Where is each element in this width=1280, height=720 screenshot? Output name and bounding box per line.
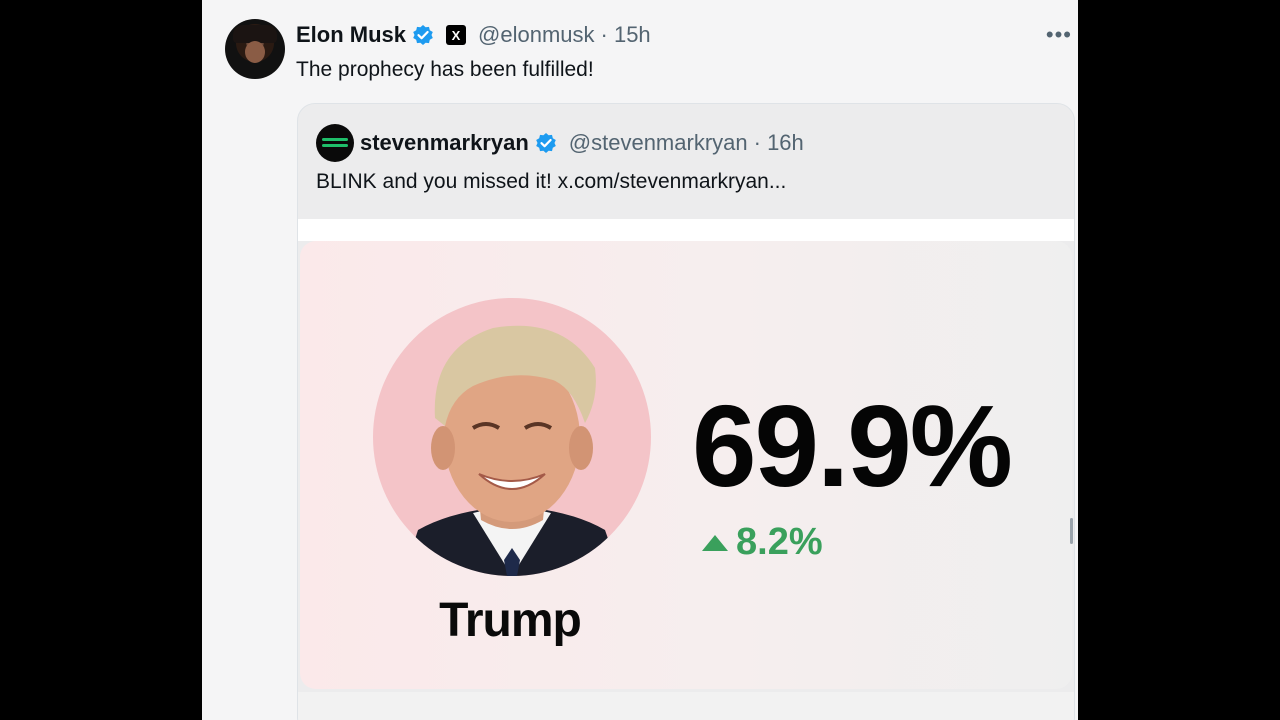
verified-badge-icon: [412, 24, 434, 46]
author-name[interactable]: Elon Musk: [296, 22, 406, 48]
quoted-post-time[interactable]: · 16h: [754, 130, 804, 156]
odds-change-value: 8.2%: [736, 521, 823, 563]
scrollbar-thumb[interactable]: [1070, 518, 1073, 544]
quoted-footer: [298, 692, 1074, 720]
quoted-author-name[interactable]: stevenmarkryan: [360, 130, 529, 156]
odds-change: 8.2%: [702, 521, 823, 564]
author-avatar[interactable]: [225, 19, 285, 79]
quoted-author-avatar[interactable]: [316, 124, 354, 162]
avatar-stripe: [322, 144, 348, 147]
verified-badge-icon: [535, 132, 557, 154]
quoted-author-handle[interactable]: @stevenmarkryan: [569, 130, 748, 156]
candidate-portrait: [373, 298, 651, 576]
post-time[interactable]: · 15h: [601, 22, 651, 48]
media-divider: [298, 219, 1074, 241]
post-header: Elon Musk X @elonmusk · 15h: [296, 20, 651, 50]
more-options-icon[interactable]: •••: [1046, 22, 1072, 48]
x-affiliation-icon: X: [446, 25, 467, 45]
up-arrow-icon: [702, 534, 728, 551]
quoted-post-text: BLINK and you missed it! x.com/stevenmar…: [316, 170, 787, 193]
author-handle[interactable]: @elonmusk: [478, 22, 595, 48]
candidate-name: Trump: [439, 594, 582, 647]
timeline-feed: Elon Musk X @elonmusk · 15h ••• The prop…: [202, 0, 1078, 720]
post-text: The prophecy has been fulfilled!: [296, 58, 594, 81]
avatar-face: [245, 41, 265, 63]
avatar-stripe: [322, 138, 348, 141]
quoted-post[interactable]: stevenmarkryan @stevenmarkryan · 16h BLI…: [297, 103, 1075, 720]
quoted-media-card[interactable]: Trump 69.9% 8.2%: [300, 241, 1072, 689]
quoted-header: stevenmarkryan @stevenmarkryan · 16h: [360, 126, 804, 160]
odds-percentage: 69.9%: [692, 381, 1013, 511]
